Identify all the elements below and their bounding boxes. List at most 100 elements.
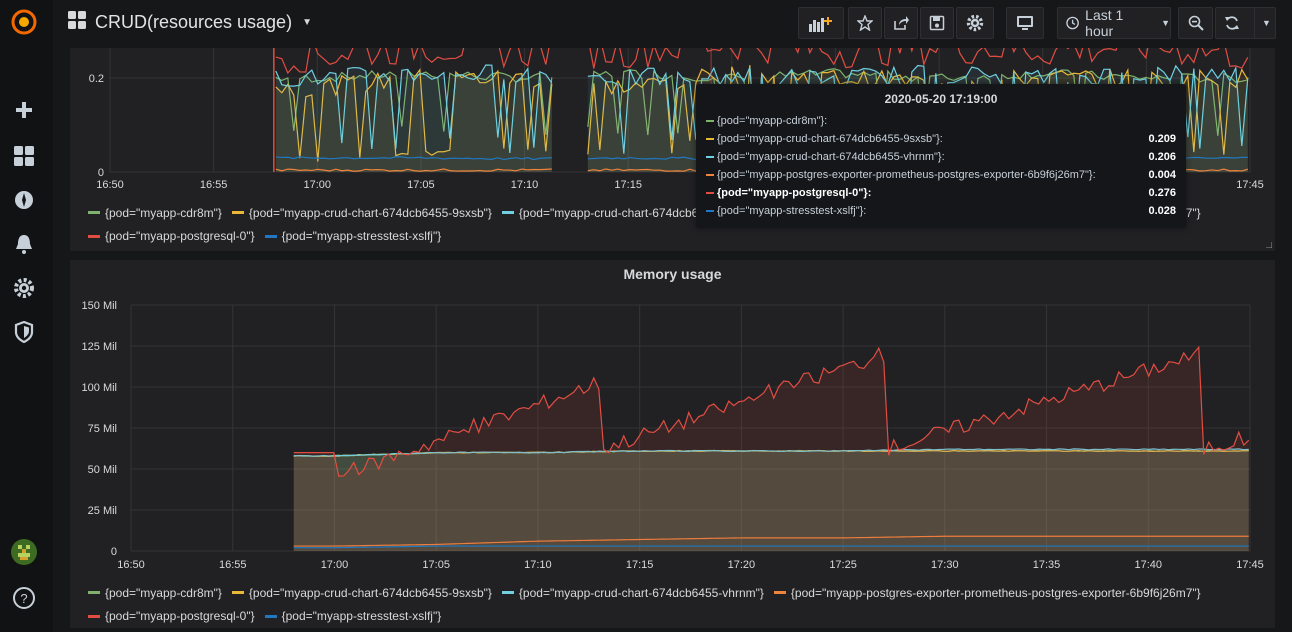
panel-title[interactable]: Memory usage <box>70 266 1275 282</box>
tooltip-swatch <box>706 210 714 212</box>
legend-label: {pod="myapp-crud-chart-674dcb6455-9sxsb"… <box>248 205 492 220</box>
x-tick-label: 17:05 <box>407 179 435 191</box>
graph-tooltip: 2020-05-20 17:19:00 {pod="myapp-cdr8m"}:… <box>696 84 1186 228</box>
time-range-label: Last 1 hour <box>1085 7 1124 39</box>
refresh-button[interactable]: ▼ <box>1215 7 1276 39</box>
x-tick-label: 17:15 <box>626 559 654 571</box>
tooltip-series-value: 0.206 <box>1148 151 1176 163</box>
y-tick-label: 0 <box>98 167 104 179</box>
y-tick-label: 125 Mil <box>82 341 117 353</box>
legend-swatch <box>264 614 277 618</box>
tooltip-row: {pod="myapp-stresstest-xslfj"}: 0.028 <box>706 203 1176 219</box>
svg-text:?: ? <box>20 591 27 606</box>
tooltip-time: 2020-05-20 17:19:00 <box>884 92 998 106</box>
legend-item[interactable]: {pod="myapp-cdr8m"} <box>88 586 222 600</box>
x-tick-label: 16:50 <box>96 179 124 191</box>
plus-icon[interactable] <box>10 96 38 124</box>
legend-swatch <box>88 614 100 618</box>
alerting-icon[interactable] <box>10 230 38 258</box>
tv-mode-button[interactable] <box>1006 7 1044 39</box>
x-tick-label: 17:10 <box>524 559 552 571</box>
x-tick-label: 17:20 <box>728 559 756 571</box>
tooltip-swatch <box>706 120 714 122</box>
legend-label: {pod="myapp-cdr8m"} <box>105 585 222 600</box>
y-tick-label: 25 Mil <box>88 505 117 517</box>
x-tick-label: 16:55 <box>219 559 247 571</box>
legend-label: {pod="myapp-crud-chart-674dcb6455-9sxsb"… <box>248 585 492 600</box>
legend-label: {pod="myapp-crud-chart-674dcb6455-vhrnm"… <box>518 585 764 600</box>
legend-item[interactable]: {pod="myapp-crud-chart-674dcb6455-9sxsb"… <box>231 205 492 220</box>
legend-swatch <box>501 591 514 594</box>
clock-icon <box>1066 16 1079 30</box>
tooltip-swatch <box>706 156 714 158</box>
legend-item[interactable]: {pod="myapp-stresstest-xslfj"} <box>264 229 442 243</box>
share-icon <box>894 16 909 30</box>
save-icon <box>929 15 945 31</box>
y-tick-label: 50 Mil <box>88 464 117 476</box>
legend-item[interactable]: {pod="myapp-crud-chart-674dcb6455-9sxsb"… <box>231 585 492 600</box>
tooltip-series-name: {pod="myapp-crud-chart-674dcb6455-9sxsb"… <box>717 133 943 145</box>
help-icon[interactable]: ? <box>10 584 38 612</box>
x-tick-label: 17:05 <box>422 559 450 571</box>
tooltip-series-name: {pod="myapp-postgres-exporter-prometheus… <box>717 169 1096 181</box>
x-tick-label: 16:55 <box>200 179 228 191</box>
x-tick-label: 17:35 <box>1033 559 1061 571</box>
legend-label: {pod="myapp-stresstest-xslfj"} <box>281 229 442 243</box>
y-tick-label: 75 Mil <box>88 423 117 435</box>
add-panel-button[interactable] <box>798 7 844 39</box>
x-tick-label: 17:00 <box>321 559 349 571</box>
gear-icon <box>966 14 984 32</box>
settings-button[interactable] <box>956 7 994 39</box>
share-button[interactable] <box>884 7 918 39</box>
tooltip-series-name: {pod="myapp-cdr8m"}: <box>717 115 828 127</box>
legend-label: {pod="myapp-cdr8m"} <box>105 205 222 220</box>
legend-item[interactable]: {pod="myapp-postgresql-0"} <box>88 229 255 243</box>
memory-usage-graph[interactable]: 150 Mil 125 Mil 100 Mil 75 Mil 50 Mil 25 Mil 0… <box>70 290 1275 600</box>
zoom-out-icon <box>1188 15 1204 31</box>
zoom-out-button[interactable] <box>1178 7 1213 39</box>
x-tick-label: 17:45 <box>1236 179 1264 191</box>
tooltip-swatch <box>706 138 714 140</box>
x-tick-label: 16:50 <box>117 559 145 571</box>
star-icon <box>857 15 873 31</box>
legend-item[interactable]: {pod="myapp-stresstest-xslfj"} <box>264 609 441 623</box>
series-area <box>293 347 1249 551</box>
dashboard-title-button[interactable]: CRUD(resources usage) ▼ <box>67 10 312 35</box>
legend-swatch <box>231 591 244 594</box>
configuration-icon[interactable] <box>10 274 38 302</box>
legend-label: {pod="myapp-postgres-exporter-prometheus… <box>790 585 1201 600</box>
x-tick-label: 17:45 <box>1236 559 1264 571</box>
legend-swatch <box>773 591 786 594</box>
x-tick-label: 17:10 <box>511 179 539 191</box>
tooltip-series-name: {pod="myapp-stresstest-xslfj"}: <box>717 205 867 217</box>
y-tick-label: 150 Mil <box>82 300 117 312</box>
save-button[interactable] <box>920 7 954 39</box>
legend-item[interactable]: {pod="myapp-postgres-exporter-prometheus… <box>773 585 1201 600</box>
explore-icon[interactable] <box>10 186 38 214</box>
refresh-icon <box>1225 16 1239 30</box>
caret-down-icon[interactable]: ▼ <box>1262 18 1271 28</box>
legend-swatch <box>264 234 277 238</box>
legend-item[interactable]: {pod="myapp-cdr8m"} <box>88 206 222 220</box>
tooltip-row: {pod="myapp-crud-chart-674dcb6455-vhrnm"… <box>706 149 1176 165</box>
dashboards-icon[interactable] <box>10 142 38 170</box>
legend-item[interactable]: {pod="myapp-postgresql-0"} <box>88 609 255 623</box>
user-avatar[interactable] <box>10 538 38 566</box>
tooltip-swatch <box>706 174 714 176</box>
server-admin-icon[interactable] <box>10 318 38 346</box>
legend-swatch <box>501 211 514 214</box>
tooltip-series-value: 0.028 <box>1148 205 1176 217</box>
time-picker-button[interactable]: Last 1 hour ▼ <box>1057 7 1171 39</box>
x-tick-label: 17:40 <box>1135 559 1163 571</box>
grafana-logo-icon[interactable] <box>10 8 38 36</box>
resize-handle-icon[interactable] <box>1266 242 1272 248</box>
tooltip-series-name: {pod="myapp-crud-chart-674dcb6455-vhrnm"… <box>717 151 945 163</box>
legend-item[interactable]: {pod="myapp-crud-chart-674dcb6455-vhrnm"… <box>501 585 764 600</box>
dashboards-icon <box>67 10 87 35</box>
tooltip-row: {pod="myapp-crud-chart-674dcb6455-9sxsb"… <box>706 131 1176 147</box>
legend-label: {pod="myapp-postgresql-0"} <box>105 609 255 623</box>
star-button[interactable] <box>848 7 882 39</box>
tooltip-series-value: 0.209 <box>1148 133 1176 145</box>
tooltip-series-value: 0.004 <box>1148 169 1176 181</box>
y-tick-label: 0 <box>111 546 117 558</box>
